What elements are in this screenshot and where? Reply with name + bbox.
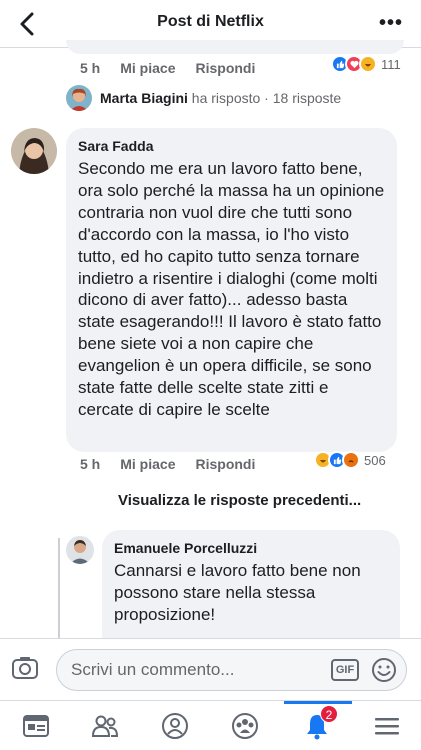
- comment-input[interactable]: [71, 650, 321, 690]
- reply-link[interactable]: Rispondi: [195, 60, 255, 76]
- view-previous-replies-link[interactable]: Visualizza le risposte precedenti...: [118, 492, 361, 509]
- replies-summary[interactable]: Marta Biagini ha risposto · 18 risposte: [66, 85, 342, 111]
- reply-author[interactable]: Emanuele Porcelluzzi: [114, 540, 388, 556]
- comment-input-container: GIF: [56, 649, 407, 691]
- comment-time: 5 h: [80, 60, 101, 76]
- comment-time: 5 h: [80, 456, 101, 472]
- menu-icon[interactable]: [372, 711, 402, 741]
- reply-link[interactable]: Rispondi: [195, 456, 255, 472]
- news-feed-icon[interactable]: [21, 711, 51, 741]
- more-options-icon[interactable]: •••: [379, 12, 403, 35]
- notification-badge: 2: [320, 705, 338, 723]
- camera-icon[interactable]: [11, 654, 39, 682]
- comment-author[interactable]: Sara Fadda: [78, 138, 385, 154]
- replier-name: Marta Biagini: [100, 90, 188, 106]
- gif-button[interactable]: GIF: [331, 659, 359, 681]
- like-link[interactable]: Mi piace: [120, 60, 175, 76]
- avatar: [66, 85, 92, 111]
- comment-text: Secondo me era un lavoro fatto bene, ora…: [78, 159, 385, 419]
- reply-text: Cannarsi e lavoro fatto bene non possono…: [114, 561, 361, 624]
- top-comment-actions: 5 h Mi piace Rispondi: [80, 60, 275, 76]
- like-link[interactable]: Mi piace: [120, 456, 175, 472]
- emoji-icon[interactable]: [371, 657, 397, 683]
- groups-icon[interactable]: [230, 711, 260, 741]
- page-title: Post di Netflix: [157, 13, 264, 30]
- profile-icon[interactable]: [160, 711, 190, 741]
- comment-bubble[interactable]: Sara Fadda Secondo me era un lavoro fatt…: [66, 128, 397, 452]
- comment-composer: GIF: [0, 638, 421, 700]
- haha-reaction-icon: [359, 55, 377, 73]
- reaction-summary[interactable]: 111: [331, 54, 401, 74]
- separator-dot: ·: [264, 90, 269, 106]
- avatar[interactable]: [66, 536, 94, 564]
- reaction-count: 506: [364, 452, 386, 468]
- reaction-summary[interactable]: 506: [314, 450, 386, 470]
- active-tab-indicator: [284, 701, 352, 704]
- friends-icon[interactable]: [90, 711, 120, 741]
- thread-line: [58, 538, 60, 638]
- angry-reaction-icon: [342, 451, 360, 469]
- comment-actions: 5 h Mi piace Rispondi: [80, 456, 275, 472]
- avatar[interactable]: [11, 128, 57, 174]
- replied-label: ha risposto: [191, 90, 261, 106]
- reply-count: 18 risposte: [272, 90, 342, 106]
- bottom-tab-bar: 2: [0, 700, 421, 750]
- previous-comment-bubble: [66, 40, 404, 54]
- notifications-tab[interactable]: 2: [302, 705, 338, 741]
- reply-bubble[interactable]: Emanuele Porcelluzzi Cannarsi e lavoro f…: [102, 530, 400, 645]
- reaction-count: 111: [381, 56, 401, 72]
